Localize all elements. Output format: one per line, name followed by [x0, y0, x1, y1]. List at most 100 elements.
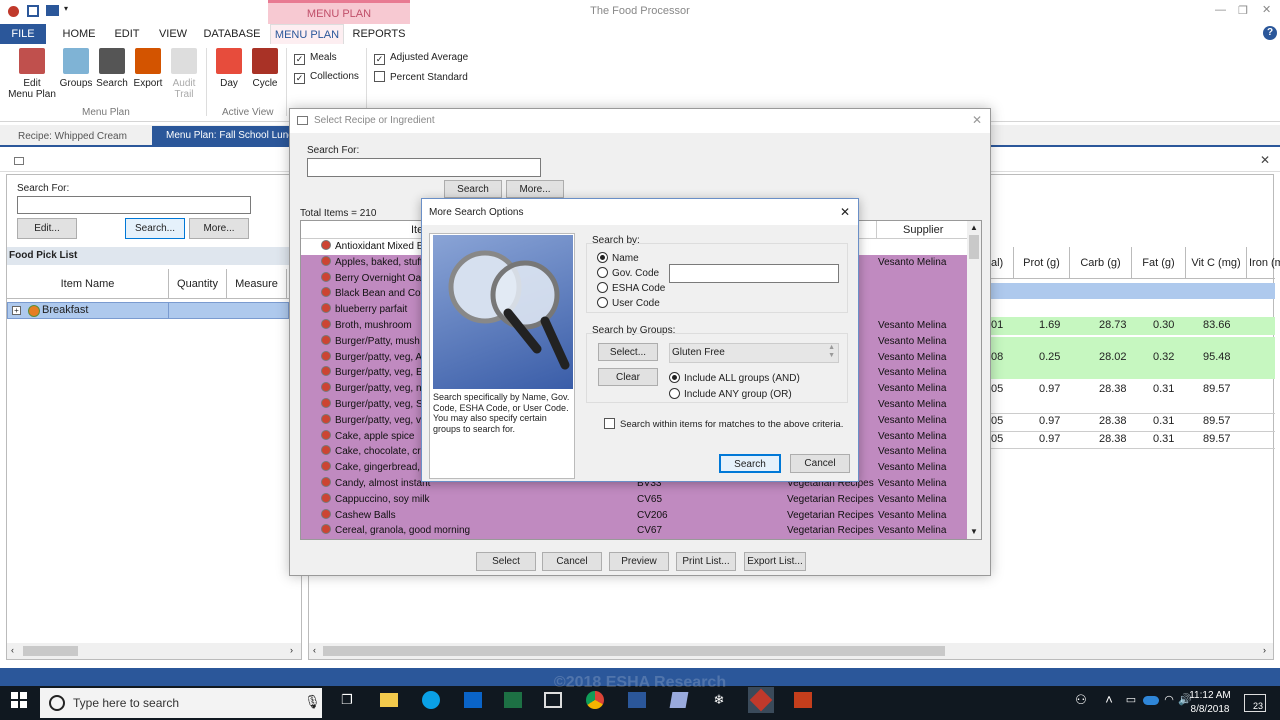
left-search-button[interactable]: Search... [125, 218, 185, 239]
close-document-icon[interactable]: ✕ [1260, 153, 1270, 167]
scroll-right-icon[interactable]: › [1263, 645, 1266, 655]
cycle-button[interactable]: Cycle [248, 48, 282, 89]
word-icon[interactable] [624, 687, 650, 713]
preview-button[interactable]: Preview [609, 552, 669, 571]
doc-tab-recipe[interactable]: Recipe: Whipped Cream [10, 128, 150, 146]
left-edit-button[interactable]: Edit... [17, 218, 77, 239]
recipe-list-item[interactable]: Cereal, granola, good morning CV67 Vegetar… [301, 523, 967, 539]
groups-button[interactable]: Groups [58, 48, 94, 89]
day-button[interactable]: Day [212, 48, 246, 89]
clock[interactable]: 11:12 AM 8/8/2018 [1188, 689, 1232, 717]
save-icon[interactable] [27, 5, 39, 17]
groups-clear-button[interactable]: Clear [598, 368, 658, 386]
collections-checkbox[interactable]: ✓ Collections [294, 71, 359, 84]
grid-row-2[interactable]: 08 0.25 28.02 0.32 95.48 [991, 337, 1275, 379]
radio-name[interactable]: Name [597, 252, 639, 264]
export-button[interactable]: Export [130, 48, 166, 89]
radio-esha-code[interactable]: ESHA Code [597, 282, 665, 294]
left-hscrollbar[interactable]: ‹ › [7, 643, 301, 659]
col-quantity[interactable]: Quantity [169, 269, 227, 299]
export-list-button[interactable]: Export List... [744, 552, 806, 571]
grid-hscrollbar[interactable]: ‹ › [309, 643, 1273, 659]
groups-select-button[interactable]: Select... [598, 343, 658, 361]
spinner-icon[interactable]: ▲ ▼ [828, 344, 835, 360]
col-supplier[interactable]: Supplier [903, 224, 943, 236]
grid-row-4[interactable]: 05 0.97 28.38 0.31 89.57 [991, 413, 1275, 431]
taskbar-search-box[interactable]: Type here to search 🎙 [40, 688, 322, 718]
minimize-icon[interactable]: — [1215, 4, 1226, 16]
col-vitc[interactable]: Vit C (mg) [1185, 247, 1247, 279]
recipe-list-item[interactable]: Cappuccino, soy milk CV65 Vegetarian Recip… [301, 492, 967, 508]
groups-list[interactable]: Gluten Free ▲ ▼ [669, 343, 839, 363]
expand-icon[interactable]: + [12, 306, 21, 315]
microphone-icon[interactable]: 🎙 [304, 694, 321, 710]
radio-gov-code[interactable]: Gov. Code [597, 267, 659, 279]
scroll-left-icon[interactable]: ‹ [11, 645, 14, 655]
skype-icon[interactable] [418, 687, 444, 713]
quick-access-dropdown-icon[interactable]: ▾ [64, 4, 68, 13]
scroll-thumb[interactable] [323, 646, 945, 656]
tab-database[interactable]: DATABASE [200, 24, 264, 44]
more-dialog-close-icon[interactable]: ✕ [840, 205, 850, 219]
print-icon[interactable] [46, 5, 59, 16]
select-button[interactable]: Select [476, 552, 536, 571]
app-icon[interactable] [540, 687, 566, 713]
more-cancel-button[interactable]: Cancel [790, 454, 850, 473]
search-ribbon-button[interactable]: Search [94, 48, 130, 89]
grid-row-1[interactable]: 01 1.69 28.73 0.30 83.66 [991, 317, 1275, 335]
windows-start-icon[interactable] [6, 687, 32, 713]
dialog-cancel-button[interactable]: Cancel [542, 552, 602, 571]
left-more-button[interactable]: More... [189, 218, 249, 239]
search-by-input[interactable] [669, 264, 839, 283]
col-fat[interactable]: Fat (g) [1131, 247, 1185, 279]
scroll-thumb[interactable] [23, 646, 78, 656]
radio-include-any[interactable]: Include ANY group (OR) [669, 388, 792, 400]
notes-icon[interactable] [666, 687, 692, 713]
grid-row-3[interactable]: 05 0.97 28.38 0.31 89.57 [991, 381, 1275, 399]
breakfast-row[interactable]: + Breakfast [7, 302, 289, 319]
col-prot[interactable]: Prot (g) [1013, 247, 1069, 279]
snowflake-icon[interactable]: ❄ [706, 687, 732, 713]
adjusted-average-checkbox[interactable]: ✓ Adjusted Average [374, 52, 468, 65]
tab-view[interactable]: VIEW [154, 24, 192, 44]
scroll-right-icon[interactable]: › [290, 645, 293, 655]
people-icon[interactable]: ⚇ [1068, 687, 1094, 713]
select-dialog-close-icon[interactable]: ✕ [972, 113, 982, 127]
notification-center[interactable]: 23 [1244, 694, 1266, 712]
radio-user-code[interactable]: User Code [597, 297, 660, 309]
col-iron[interactable]: Iron (m [1249, 257, 1280, 269]
dialog-more-button[interactable]: More... [506, 180, 564, 198]
scroll-down-icon[interactable]: ▼ [970, 527, 978, 536]
powerpoint-icon[interactable] [790, 687, 816, 713]
col-carb[interactable]: Carb (g) [1069, 247, 1131, 279]
dialog-search-input[interactable] [307, 158, 541, 177]
col-item-name[interactable]: Item Name [7, 269, 169, 299]
percent-standard-checkbox[interactable]: Percent Standard [374, 71, 468, 83]
col-cal[interactable]: al) [991, 257, 1011, 269]
help-icon[interactable]: ? [1263, 26, 1277, 40]
meals-checkbox[interactable]: ✓ Meals [294, 52, 337, 65]
dialog-search-button[interactable]: Search [444, 180, 502, 198]
edit-menu-plan-button[interactable]: Edit Menu Plan [4, 48, 60, 100]
doc-tab-menu-plan[interactable]: Menu Plan: Fall School Lunch [152, 126, 290, 146]
audit-trail-button[interactable]: Audit Trail [166, 48, 202, 100]
more-search-button[interactable]: Search [719, 454, 781, 473]
tab-file[interactable]: FILE [0, 24, 46, 44]
col-measure[interactable]: Measure [227, 269, 287, 299]
print-list-button[interactable]: Print List... [676, 552, 736, 571]
recipe-list-item[interactable]: Cashew Balls CV206 Vegetarian Recipes Vesan… [301, 508, 967, 524]
tab-edit[interactable]: EDIT [110, 24, 144, 44]
tab-menu-plan[interactable]: MENU PLAN [270, 24, 344, 44]
radio-include-all[interactable]: Include ALL groups (AND) [669, 372, 800, 384]
food-processor-icon[interactable] [748, 687, 774, 713]
restore-icon[interactable]: ❐ [1238, 4, 1248, 17]
scroll-thumb[interactable] [969, 235, 979, 259]
grid-row-5[interactable]: 05 0.97 28.38 0.31 89.57 [991, 431, 1275, 449]
tab-reports[interactable]: REPORTS [352, 24, 406, 44]
chrome-icon[interactable] [582, 687, 608, 713]
file-explorer-icon[interactable] [376, 687, 402, 713]
search-within-checkbox[interactable]: Search within items for matches to the a… [604, 418, 843, 430]
outlook-icon[interactable] [460, 687, 486, 713]
excel-icon[interactable] [500, 687, 526, 713]
task-view-icon[interactable]: ❐ [334, 687, 360, 713]
